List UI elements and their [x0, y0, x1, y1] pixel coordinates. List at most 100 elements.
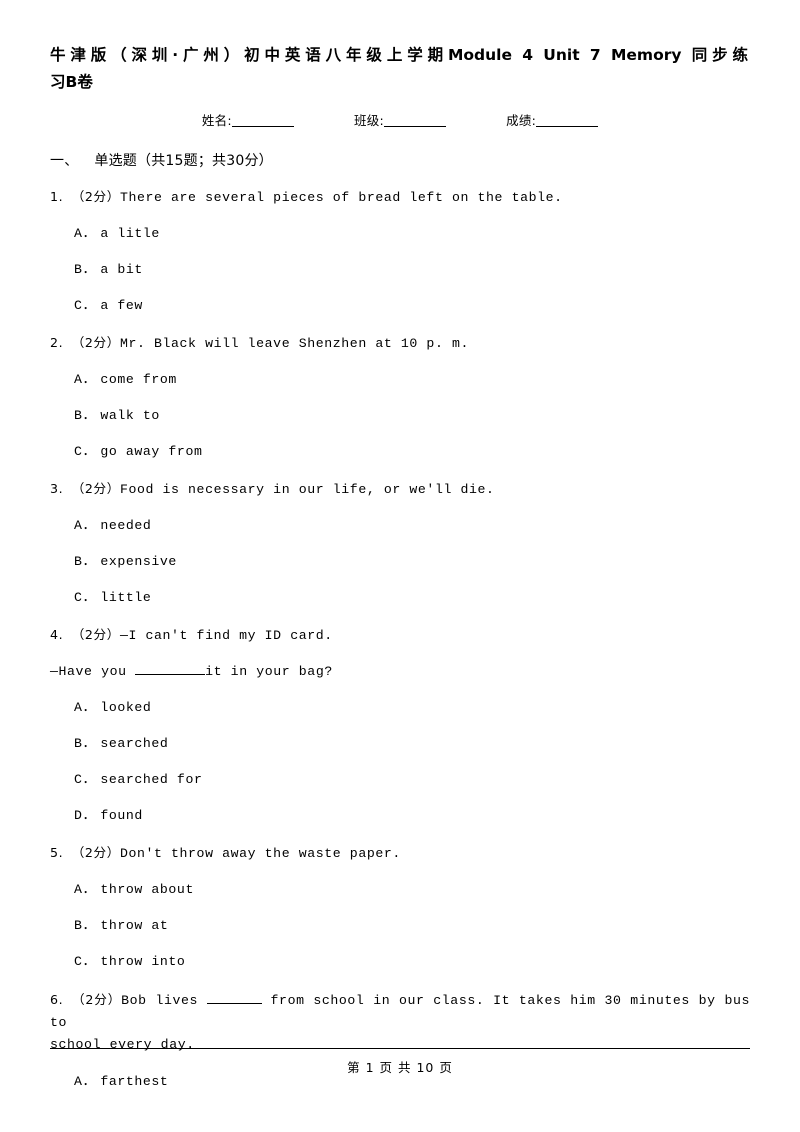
page-title-line1: 牛津版（深圳·广州）初中英语八年级上学期Module 4 Unit 7 Memo…: [50, 46, 748, 64]
question-3-marks: （2分）: [71, 481, 120, 496]
student-info-line: 姓名: 班级: 成绩:: [50, 110, 750, 129]
question-6-line1: 6. （2分）Bob lives from school in our clas…: [50, 989, 750, 1034]
question-4-cont-before: —Have you: [50, 664, 136, 679]
question-1-option-a: A． a litle: [50, 224, 750, 244]
question-5-number: 5.: [50, 845, 64, 860]
option-text: throw about: [100, 882, 194, 897]
question-3-option-a: A． needed: [50, 516, 750, 536]
option-label: C．: [74, 298, 97, 313]
name-label: 姓名:: [201, 113, 232, 128]
option-label: A．: [74, 518, 97, 533]
option-label: A．: [74, 226, 97, 241]
question-4-option-a: A． looked: [50, 698, 750, 718]
question-2-marks: （2分）: [71, 335, 120, 350]
name-blank: [231, 126, 294, 127]
option-label: B．: [74, 736, 97, 751]
question-5-option-a: A． throw about: [50, 880, 750, 900]
name-field: 姓名:: [202, 110, 294, 129]
question-2: 2. （2分）Mr. Black will leave Shenzhen at …: [50, 333, 750, 354]
option-label: C．: [74, 772, 97, 787]
option-label: A．: [74, 700, 97, 715]
section-number: 一、: [50, 153, 79, 169]
section-heading: 一、 单选题（共15题；共30分）: [50, 150, 750, 170]
question-1-option-b: B． a bit: [50, 260, 750, 280]
option-text: throw at: [100, 918, 169, 933]
question-5-option-b: B． throw at: [50, 916, 750, 936]
question-6-text-before: Bob lives: [121, 993, 207, 1008]
question-5-marks: （2分）: [71, 845, 120, 860]
option-text: needed: [100, 518, 152, 533]
option-label: B．: [74, 408, 97, 423]
option-label: A．: [74, 882, 97, 897]
option-text: searched for: [100, 772, 203, 787]
question-2-text: Mr. Black will leave Shenzhen at 10 p. m…: [119, 336, 470, 351]
option-label: A．: [74, 1074, 97, 1089]
question-6-number: 6.: [50, 992, 64, 1007]
option-text: a bit: [100, 262, 143, 277]
option-label: C．: [74, 590, 97, 605]
option-text: searched: [100, 736, 169, 751]
class-label: 班级:: [353, 113, 385, 128]
option-text: come from: [100, 372, 177, 387]
question-6: 6. （2分）Bob lives from school in our clas…: [50, 989, 750, 1056]
option-text: a litle: [100, 226, 160, 241]
question-3-option-b: B． expensive: [50, 552, 750, 572]
option-label: B．: [74, 554, 97, 569]
question-4-continuation: —Have you it in your bag?: [50, 662, 750, 682]
option-text: found: [100, 808, 143, 823]
option-label: A．: [74, 372, 97, 387]
answer-blank: [135, 674, 206, 675]
page-title-line2: 习B卷: [50, 73, 93, 91]
option-label: B．: [74, 262, 97, 277]
question-1: 1. （2分）There are several pieces of bread…: [50, 187, 750, 208]
question-4-option-d: D． found: [50, 806, 750, 826]
page-number: 第 1 页 共 10 页: [347, 1060, 453, 1075]
question-3-text: Food is necessary in our life, or we'll …: [119, 482, 495, 497]
option-text: walk to: [100, 408, 160, 423]
question-1-marks: （2分）: [71, 189, 120, 204]
option-text: farthest: [100, 1074, 169, 1089]
option-text: little: [100, 590, 152, 605]
document-page: 牛津版（深圳·广州）初中英语八年级上学期Module 4 Unit 7 Memo…: [0, 0, 800, 1132]
option-label: C．: [74, 954, 97, 969]
option-text: expensive: [100, 554, 177, 569]
question-4-cont-after: it in your bag?: [205, 664, 333, 679]
option-label: D．: [74, 808, 97, 823]
question-4-number: 4.: [50, 627, 64, 642]
answer-blank: [206, 1003, 262, 1004]
question-3-option-c: C． little: [50, 588, 750, 608]
option-label: B．: [74, 918, 97, 933]
footer-divider: [50, 1048, 750, 1049]
question-4-marks: （2分）: [71, 627, 120, 642]
score-blank: [536, 126, 599, 127]
score-label: 成绩:: [506, 113, 537, 128]
question-2-option-a: A． come from: [50, 370, 750, 390]
option-label: C．: [74, 444, 97, 459]
question-4-option-b: B． searched: [50, 734, 750, 754]
question-2-option-c: C． go away from: [50, 442, 750, 462]
question-5-text: Don't throw away the waste paper.: [119, 846, 401, 861]
section-meta: （共15题；共30分）: [137, 153, 273, 169]
question-1-number: 1.: [50, 189, 64, 204]
question-4-option-c: C． searched for: [50, 770, 750, 790]
class-blank: [384, 126, 447, 127]
question-4-text: —I can't find my ID card.: [119, 628, 333, 643]
section-name: 单选题: [94, 153, 138, 169]
question-6-marks: （2分）: [71, 992, 122, 1007]
question-2-number: 2.: [50, 335, 64, 350]
option-text: a few: [100, 298, 143, 313]
question-2-option-b: B． walk to: [50, 406, 750, 426]
question-5: 5. （2分）Don't throw away the waste paper.: [50, 843, 750, 864]
question-1-option-c: C． a few: [50, 296, 750, 316]
question-1-text: There are several pieces of bread left o…: [119, 190, 563, 205]
question-3: 3. （2分）Food is necessary in our life, or…: [50, 479, 750, 500]
question-3-number: 3.: [50, 481, 64, 496]
option-text: throw into: [100, 954, 186, 969]
score-field: 成绩:: [506, 110, 599, 129]
page-footer: 第 1 页 共 10 页: [0, 1048, 800, 1076]
class-field: 班级:: [353, 110, 447, 129]
question-4: 4. （2分）—I can't find my ID card.: [50, 625, 750, 646]
option-text: looked: [100, 700, 152, 715]
option-text: go away from: [100, 444, 203, 459]
question-5-option-c: C． throw into: [50, 952, 750, 972]
